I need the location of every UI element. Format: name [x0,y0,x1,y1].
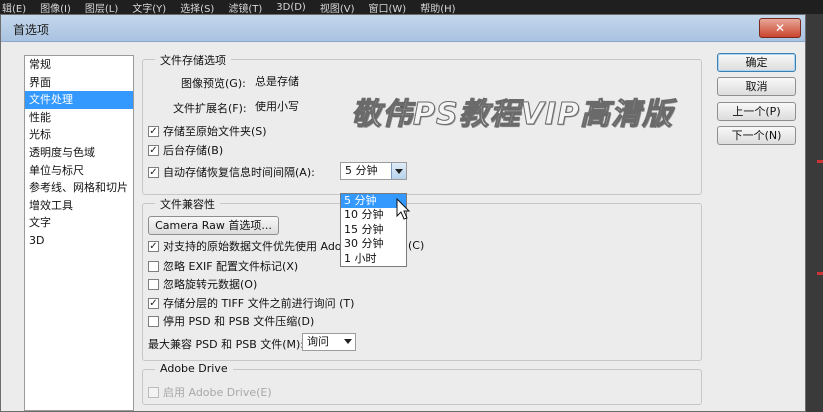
autosave-interval-option[interactable]: 1 小时 [341,252,406,266]
autosave-interval-option[interactable]: 15 分钟 [341,223,406,237]
enable-adobe-drive-row[interactable]: 启用 Adobe Drive(E) [148,384,272,400]
menu-item[interactable]: 图像(I) [40,0,71,15]
menu-item[interactable]: 滤镜(T) [228,0,262,15]
save-original-label: 存储至原始文件夹(S) [163,125,267,138]
max-compat-select[interactable]: 询问 [302,333,356,351]
ask-tiff-label: 存储分层的 TIFF 文件之前进行询问 (T) [163,297,355,310]
prefer-raw-checkbox[interactable]: ✓ [148,240,159,252]
menu-item[interactable]: 3D(D) [276,2,306,13]
close-icon: ✕ [774,21,786,35]
panel-marker [817,160,823,163]
menu-item[interactable]: 辑(E) [2,0,26,15]
enable-adobe-drive-label: 启用 Adobe Drive(E) [163,386,272,399]
menu-item[interactable]: 窗口(W) [369,0,407,15]
video-watermark: 敬伟PS教程VIP高清版 [351,97,673,133]
image-preview-label: 图像预览(G): [181,77,246,90]
file-extension-label: 文件扩展名(F): [173,102,247,115]
ignore-rotation-label: 忽略旋转元数据(O) [163,278,258,291]
adobe-drive-legend: Adobe Drive [155,362,233,375]
dialog-titlebar: 首选项 ✕ [1,15,805,42]
app-menubar: 辑(E) 图像(I) 图层(L) 文字(Y) 选择(S) 滤镜(T) 3D(D) 视图(V) 窗… [0,0,823,15]
category-item[interactable]: 文件处理 [25,91,133,109]
app-right-panel [806,14,823,412]
max-compat-value: 询问 [307,335,329,348]
file-compat-legend: 文件兼容性 [155,196,220,212]
image-preview-value: 总是存储 [255,75,299,88]
category-item[interactable]: 单位与标尺 [25,162,133,180]
cancel-label: 取消 [745,80,768,93]
menu-item[interactable]: 选择(S) [180,0,214,15]
chevron-down-icon [344,339,352,344]
disable-psd-compression-label: 停用 PSD 和 PSB 文件压缩(D) [163,315,315,328]
next-button[interactable]: 下一个(N) [717,126,796,145]
ask-tiff-row[interactable]: ✓ 存储分层的 TIFF 文件之前进行询问 (T) [148,295,354,311]
menu-item[interactable]: 图层(L) [85,0,118,15]
autosave-label: 自动存储恢复信息时间间隔(A): [163,166,315,179]
background-save-label: 后台存储(B) [163,144,224,157]
menu-item[interactable]: 视图(V) [320,0,355,15]
autosave-interval-option[interactable]: 30 分钟 [341,237,406,251]
next-label: 下一个(N) [731,129,782,142]
category-item[interactable]: 透明度与色域 [25,144,133,162]
max-compat-label: 最大兼容 PSD 和 PSB 文件(M): [148,338,305,351]
save-original-row[interactable]: ✓ 存储至原始文件夹(S) [148,123,267,139]
ok-button[interactable]: 确定 [717,53,796,72]
previous-label: 上一个(P) [732,105,781,118]
menu-item[interactable]: 文字(Y) [132,0,166,15]
ask-tiff-checkbox[interactable]: ✓ [148,297,159,309]
previous-button[interactable]: 上一个(P) [717,102,796,121]
background-save-row[interactable]: ✓ 后台存储(B) [148,142,223,158]
ignore-rotation-checkbox[interactable] [148,278,159,290]
ignore-rotation-row[interactable]: 忽略旋转元数据(O) [148,276,257,292]
disable-psd-compression-row[interactable]: 停用 PSD 和 PSB 文件压缩(D) [148,313,314,329]
mouse-cursor-icon [396,198,411,220]
category-item[interactable]: 增效工具 [25,197,133,215]
category-item[interactable]: 文字 [25,214,133,232]
category-item[interactable]: 性能 [25,109,133,127]
menu-item[interactable]: 帮助(H) [420,0,455,15]
category-list[interactable]: 常规 界面 文件处理 性能 光标 透明度与色域 单位与标尺 参考线、网格和切片 增效工具 文字 3D [24,55,134,411]
category-item[interactable]: 光标 [25,126,133,144]
save-original-checkbox[interactable]: ✓ [148,125,159,137]
autosave-row[interactable]: ✓ 自动存储恢复信息时间间隔(A): [148,164,315,180]
ignore-exif-label: 忽略 EXIF 配置文件标记(X) [163,260,299,273]
file-save-legend: 文件存储选项 [155,52,231,68]
disable-psd-compression-checkbox[interactable] [148,315,159,327]
autosave-interval-select[interactable]: 5 分钟 [340,162,407,180]
category-item[interactable]: 3D [25,232,133,250]
prefer-raw-label: 对支持的原始数据文件优先使用 Adob [163,240,349,253]
dialog-title: 首选项 [13,23,50,37]
ignore-exif-checkbox[interactable] [148,260,159,272]
ok-label: 确定 [745,56,768,69]
chevron-down-icon[interactable] [391,163,406,179]
background-save-checkbox[interactable]: ✓ [148,144,159,156]
file-extension-value: 使用小写 [255,100,299,113]
prefer-raw-label-suffix: (C) [408,239,425,252]
prefer-raw-row[interactable]: ✓ 对支持的原始数据文件优先使用 Adob [148,238,349,254]
camera-raw-prefs-label: Camera Raw 首选项... [155,219,272,232]
cancel-button[interactable]: 取消 [717,77,796,96]
autosave-checkbox[interactable]: ✓ [148,166,159,178]
category-item[interactable]: 参考线、网格和切片 [25,179,133,197]
category-item[interactable]: 常规 [25,56,133,74]
ignore-exif-row[interactable]: 忽略 EXIF 配置文件标记(X) [148,258,298,274]
camera-raw-prefs-button[interactable]: Camera Raw 首选项... [148,216,279,235]
preferences-dialog: 首选项 ✕ 常规 界面 文件处理 性能 光标 透明度与色域 单位与标尺 参考线、网格和切片 增效… [0,14,806,412]
panel-marker [817,272,823,275]
close-button[interactable]: ✕ [759,18,801,38]
enable-adobe-drive-checkbox[interactable] [148,386,159,398]
category-item[interactable]: 界面 [25,74,133,92]
autosave-interval-value: 5 分钟 [345,164,378,177]
